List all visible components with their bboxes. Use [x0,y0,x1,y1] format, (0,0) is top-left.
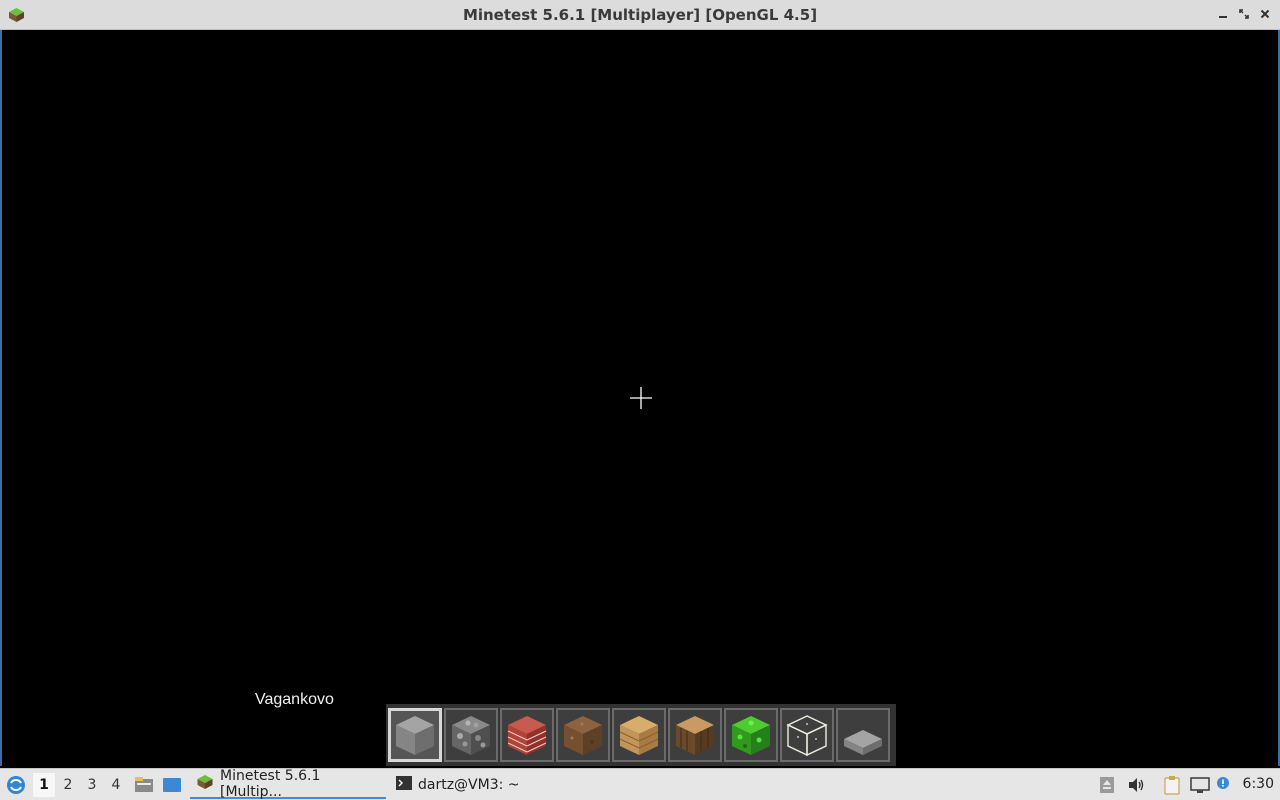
close-icon[interactable] [1258,7,1272,21]
eject-icon[interactable] [1099,769,1115,800]
hotbar-slot-stone-slab[interactable] [836,708,890,762]
hotbar-slot-dirt[interactable] [556,708,610,762]
glass-block-icon [786,715,828,757]
maximize-icon[interactable] [1237,7,1251,21]
workspace-1[interactable]: 1 [33,773,55,797]
tree-trunk-block-icon [676,716,714,755]
stone-block-icon [396,716,434,755]
game-viewport[interactable]: Vagankovo [2,30,1278,766]
brick-block-icon [507,716,547,755]
cobblestone-block-icon [452,716,490,755]
desktop-icon[interactable] [162,769,182,800]
workspace-4[interactable]: 4 [105,773,127,797]
workspace-3[interactable]: 3 [81,773,103,797]
hotbar-slot-brick[interactable] [500,708,554,762]
wood-planks-block-icon [619,716,659,755]
hotbar-slot-wood-planks[interactable] [612,708,666,762]
stone-slab-block-icon [844,730,882,755]
minimize-icon[interactable] [1216,7,1230,21]
hotbar-slot-leaves[interactable] [724,708,778,762]
hotbar-slot-tree-trunk[interactable] [668,708,722,762]
file-manager-icon[interactable] [134,769,154,800]
leaves-block-icon [732,716,770,755]
start-menu-icon[interactable] [6,769,26,800]
hotbar-slot-cobblestone[interactable] [444,708,498,762]
taskbar: 1 2 3 4 Minetest 5.6.1 [Multip... dartz@… [0,768,1280,800]
task-label: Minetest 5.6.1 [Multip... [220,767,321,800]
terminal-icon [396,775,412,795]
volume-icon[interactable] [1127,769,1145,800]
clipboard-icon[interactable] [1163,769,1181,800]
task-label: dartz@VM3: ~ [418,776,520,793]
workspace-2[interactable]: 2 [57,773,79,797]
task-minetest[interactable]: Minetest 5.6.1 [Multip... [190,767,386,800]
window-title: Minetest 5.6.1 [Multiplayer] [OpenGL 4.5… [462,6,818,24]
hotbar-slot-glass[interactable] [780,708,834,762]
hotbar[interactable] [386,704,896,766]
notification-icon[interactable] [1216,769,1232,800]
crosshair-icon [630,387,652,409]
location-label: Vagankovo [255,691,334,708]
window-titlebar[interactable]: Minetest 5.6.1 [Multiplayer] [OpenGL 4.5… [0,0,1280,30]
hotbar-slot-stone[interactable] [388,708,442,762]
dirt-block-icon [564,716,602,755]
clock[interactable]: 6:30 [1243,776,1274,792]
minetest-icon [196,774,214,794]
task-terminal[interactable]: dartz@VM3: ~ [390,770,530,799]
network-icon[interactable] [1190,769,1210,800]
